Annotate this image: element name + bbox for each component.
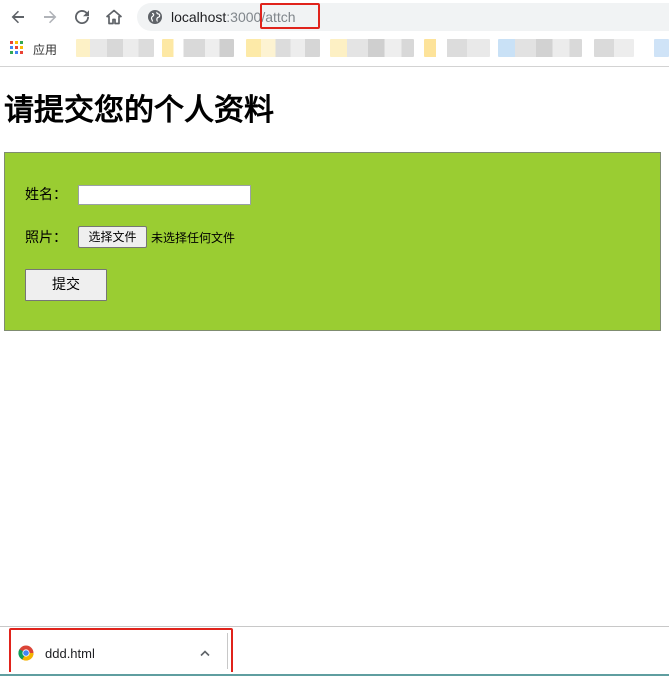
bookmark-item[interactable]	[162, 39, 234, 57]
reload-icon	[75, 9, 89, 24]
home-icon	[106, 9, 122, 25]
download-divider	[227, 633, 228, 669]
bookmark-item[interactable]	[76, 39, 154, 57]
chrome-icon	[18, 645, 34, 661]
url-path-highlight	[260, 3, 320, 29]
reload-button[interactable]	[70, 5, 94, 29]
chrome-divider	[0, 66, 669, 67]
browser-toolbar: localhost:3000/attch	[0, 0, 669, 34]
download-file-name: ddd.html	[45, 646, 95, 661]
home-button[interactable]	[102, 5, 126, 29]
forward-button[interactable]	[38, 5, 62, 29]
photo-label: 照片：	[25, 230, 67, 246]
file-status-text: 未选择任何文件	[151, 231, 236, 245]
choose-file-button[interactable]: 选择文件	[78, 226, 147, 248]
back-arrow-icon	[11, 10, 24, 24]
bookmark-item[interactable]	[330, 39, 414, 57]
download-item[interactable]: ddd.html	[9, 628, 233, 675]
globe-icon	[148, 10, 162, 24]
shelf-bottom-edge	[0, 672, 669, 676]
page-title: 请提交您的个人资料	[4, 93, 274, 128]
name-input[interactable]	[78, 185, 251, 205]
apps-shortcut-label[interactable]: 应用	[33, 41, 57, 58]
forward-arrow-icon	[44, 10, 57, 24]
bookmark-item[interactable]	[424, 39, 490, 57]
name-label: 姓名：	[25, 187, 67, 203]
bookmark-item[interactable]	[498, 39, 582, 57]
submit-button[interactable]: 提交	[25, 269, 107, 301]
bookmark-item[interactable]	[654, 39, 669, 57]
back-button[interactable]	[6, 5, 30, 29]
address-bar[interactable]: localhost:3000/attch	[137, 3, 669, 31]
profile-form: 姓名： 照片： 选择文件 未选择任何文件 提交	[4, 152, 661, 331]
bookmark-item[interactable]	[246, 39, 320, 57]
bookmark-item[interactable]	[594, 39, 634, 57]
download-shelf: ddd.html	[0, 626, 669, 676]
url-port: :3000	[226, 9, 262, 25]
apps-grid-icon[interactable]	[10, 41, 24, 55]
bookmarks-bar: 应用	[0, 34, 669, 64]
chevron-up-icon[interactable]	[195, 643, 215, 663]
url-host: localhost	[171, 9, 227, 25]
